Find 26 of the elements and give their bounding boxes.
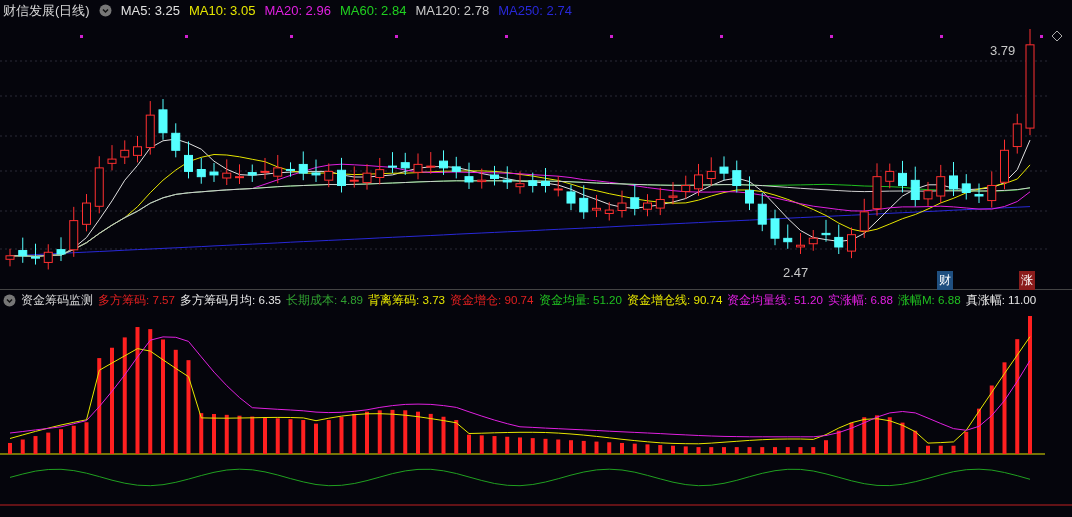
indicator-value: 多方筹码月均: 6.35 <box>180 293 282 308</box>
indicator-value: MA20: 2.96 <box>264 3 331 18</box>
collapse-icon[interactable] <box>3 294 16 307</box>
event-badge[interactable]: 涨 <box>1019 271 1035 290</box>
indicator-value: 真涨幅: 11.00 <box>965 293 1037 308</box>
indicator-value: MA250: 2.74 <box>498 3 572 18</box>
indicator-value: MA10: 3.05 <box>188 3 256 18</box>
indicator-value: MA120: 2.78 <box>415 3 490 18</box>
indicator-value: 背离筹码: 3.73 <box>368 293 446 308</box>
diamond-icon[interactable] <box>1051 30 1063 42</box>
indicator-value: MA5: 3.25 <box>120 3 180 18</box>
indicator-value: 实涨幅: 6.88 <box>827 293 893 308</box>
event-badge[interactable]: 财 <box>937 271 953 290</box>
indicator-value: 资金均量线: 51.20 <box>727 293 823 308</box>
collapse-icon[interactable] <box>98 4 112 17</box>
indicator-value: 多方筹码: 7.57 <box>98 293 175 308</box>
indicator-value: MA60: 2.84 <box>339 3 407 18</box>
chart-title: 财信发展(日线) <box>3 1 90 20</box>
low-price-label: 2.47 <box>783 265 809 280</box>
indicator-value: 资金增仓线: 90.74 <box>627 293 723 308</box>
high-price-label: 3.79 <box>990 43 1016 58</box>
indicator-value: 资金增仓: 90.74 <box>450 293 534 308</box>
indicator-value: 涨幅M: 6.88 <box>897 293 961 308</box>
indicator-title: 资金筹码监测 <box>21 293 93 308</box>
indicator-value: 长期成本: 4.89 <box>286 293 364 308</box>
indicator-value: 资金均量: 51.20 <box>538 293 622 308</box>
